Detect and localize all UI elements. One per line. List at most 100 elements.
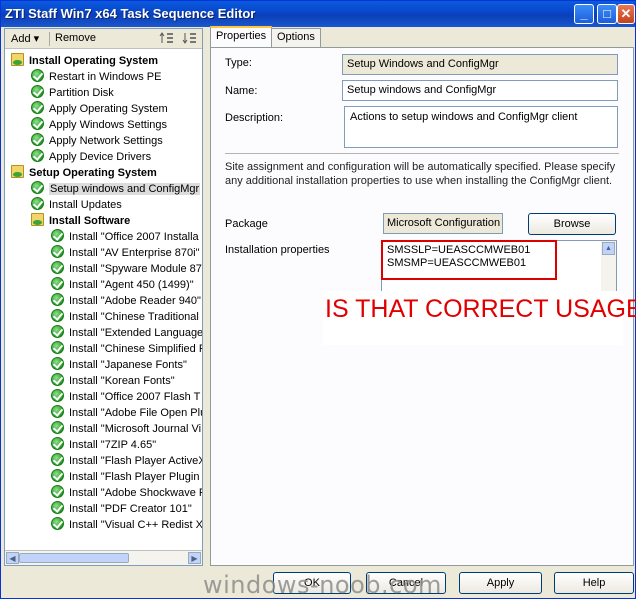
success-check-icon xyxy=(51,245,64,258)
success-check-icon xyxy=(31,181,44,194)
tree-item-label: Install "AV Enterprise 870i" xyxy=(69,247,200,259)
tree-item-label: Apply Operating System xyxy=(49,103,168,115)
help-button[interactable]: Help xyxy=(554,572,634,594)
install-props-line-2: SMSMP=UEASCCMWEB01 xyxy=(387,257,527,269)
name-input[interactable]: Setup windows and ConfigMgr xyxy=(342,80,618,101)
success-check-icon xyxy=(51,389,64,402)
scroll-left-icon[interactable]: ◀ xyxy=(6,552,19,564)
tree-step[interactable]: Install "7ZIP 4.65" xyxy=(51,437,156,453)
tree-item-label: Install "Chinese Simplified F xyxy=(69,343,202,355)
tree-step[interactable]: Install "AV Enterprise 870i" xyxy=(51,245,200,261)
tree-step[interactable]: Apply Operating System xyxy=(31,101,168,117)
chevron-down-icon: ▾ xyxy=(33,33,40,45)
tree-step[interactable]: Partition Disk xyxy=(31,85,114,101)
tree-step[interactable]: Install "Adobe Shockwave F xyxy=(51,485,202,501)
name-label: Name: xyxy=(225,85,258,97)
tree-step[interactable]: Install "Extended Language xyxy=(51,325,202,341)
success-check-icon xyxy=(51,357,64,370)
browse-button[interactable]: Browse xyxy=(528,213,616,235)
tree-item-label: Apply Device Drivers xyxy=(49,151,152,163)
tree-step[interactable]: Install "Chinese Traditional xyxy=(51,309,199,325)
divider xyxy=(225,153,619,154)
folder-icon xyxy=(11,165,24,178)
tree-item-label: Install "Adobe Reader 940" xyxy=(69,295,201,307)
tree-item-label: Restart in Windows PE xyxy=(49,71,162,83)
tree-step[interactable]: Install "PDF Creator 101" xyxy=(51,501,192,517)
tree-item-label: Partition Disk xyxy=(49,87,114,99)
tree-item-label: Install "Microsoft Journal Vi xyxy=(69,423,202,435)
tab-properties[interactable]: Properties xyxy=(210,26,273,47)
tree-item-label: Install "Flash Player ActiveX xyxy=(69,455,202,467)
type-field: Setup Windows and ConfigMgr xyxy=(342,54,618,75)
tree-step[interactable]: Install "Korean Fonts" xyxy=(51,373,175,389)
tree-step[interactable]: Install "Spyware Module 87 xyxy=(51,261,202,277)
success-check-icon xyxy=(31,133,44,146)
tree-step[interactable]: Apply Windows Settings xyxy=(31,117,167,133)
close-button[interactable]: ✕ xyxy=(617,4,635,24)
tree-step[interactable]: Install "Office 2007 Flash T xyxy=(51,389,200,405)
tree-step[interactable]: Install "Adobe File Open Plu xyxy=(51,405,202,421)
description-input[interactable]: Actions to setup windows and ConfigMgr c… xyxy=(344,106,618,148)
move-down-icon[interactable] xyxy=(182,31,198,48)
package-label: Package xyxy=(225,218,268,230)
success-check-icon xyxy=(51,453,64,466)
folder-icon xyxy=(11,53,24,66)
apply-button[interactable]: Apply xyxy=(459,572,542,594)
toolbar-separator xyxy=(49,32,50,46)
tree-group[interactable]: Setup Operating System xyxy=(11,165,157,181)
tree-step[interactable]: Install "Chinese Simplified F xyxy=(51,341,202,357)
type-label: Type: xyxy=(225,57,252,69)
tree-item-label: Install "Extended Language xyxy=(69,327,202,339)
success-check-icon xyxy=(51,485,64,498)
title-bar[interactable]: ZTI Staff Win7 x64 Task Sequence Editor … xyxy=(1,1,635,27)
tree-step[interactable]: Install "Agent 450 (1499)" xyxy=(51,277,194,293)
installation-properties-highlight: SMSSLP=UEASCCMWEB01 SMSMP=UEASCCMWEB01 xyxy=(381,240,557,280)
success-check-icon xyxy=(51,261,64,274)
tree-step[interactable]: Setup windows and ConfigMgr xyxy=(31,181,201,197)
tree-item-label: Setup windows and ConfigMgr xyxy=(49,183,201,195)
tree-step[interactable]: Install "Flash Player Plugin i xyxy=(51,469,202,485)
tree-step[interactable]: Apply Device Drivers xyxy=(31,149,151,165)
success-check-icon xyxy=(51,341,64,354)
tree-item-label: Install Software xyxy=(49,215,131,227)
tree-group[interactable]: Install Operating System xyxy=(11,53,158,69)
tree-step[interactable]: Install Updates xyxy=(31,197,122,213)
tree-group[interactable]: Install Software xyxy=(31,213,130,229)
add-button[interactable]: Add ▾ xyxy=(11,32,39,45)
tree-step[interactable]: Install "Japanese Fonts" xyxy=(51,357,187,373)
success-check-icon xyxy=(51,501,64,514)
task-sequence-editor-window: ZTI Staff Win7 x64 Task Sequence Editor … xyxy=(0,0,636,599)
move-up-icon[interactable] xyxy=(159,31,175,48)
properties-scrollbar[interactable]: ▲ xyxy=(601,241,616,293)
success-check-icon xyxy=(31,197,44,210)
scroll-thumb[interactable] xyxy=(19,553,129,563)
tree-item-label: Install "Flash Player Plugin i xyxy=(69,471,202,483)
tab-options[interactable]: Options xyxy=(271,28,321,47)
scroll-up-icon[interactable]: ▲ xyxy=(602,242,615,255)
minimize-button[interactable]: _ xyxy=(574,4,594,24)
install-props-line-1: SMSSLP=UEASCCMWEB01 xyxy=(387,244,531,256)
tree-step[interactable]: Apply Network Settings xyxy=(31,133,163,149)
window-title: ZTI Staff Win7 x64 Task Sequence Editor xyxy=(5,6,256,21)
success-check-icon xyxy=(31,85,44,98)
tree-step[interactable]: Install "Office 2007 Installa xyxy=(51,229,199,245)
tree-item-label: Install "Japanese Fonts" xyxy=(69,359,187,371)
remove-button[interactable]: Remove xyxy=(55,32,96,44)
tree-step[interactable]: Install "Adobe Reader 940" xyxy=(51,293,201,309)
success-check-icon xyxy=(31,69,44,82)
tree-step[interactable]: Restart in Windows PE xyxy=(31,69,161,85)
tree-step[interactable]: Install "Microsoft Journal Vi xyxy=(51,421,201,437)
tree-item-label: Install "Adobe Shockwave F xyxy=(69,487,202,499)
maximize-button[interactable]: □ xyxy=(597,4,617,24)
success-check-icon xyxy=(51,309,64,322)
success-check-icon xyxy=(31,101,44,114)
description-label: Description: xyxy=(225,112,284,124)
tree-horizontal-scrollbar[interactable]: ◀ ▶ xyxy=(5,550,202,565)
folder-icon xyxy=(31,213,44,226)
tree-step[interactable]: Install "Flash Player ActiveX xyxy=(51,453,202,469)
add-label: Add xyxy=(11,33,31,45)
scroll-right-icon[interactable]: ▶ xyxy=(188,552,201,564)
tree-item-label: Install "Agent 450 (1499)" xyxy=(69,279,194,291)
tree-step[interactable]: Install "Visual C++ Redist X xyxy=(51,517,202,533)
success-check-icon xyxy=(51,405,64,418)
